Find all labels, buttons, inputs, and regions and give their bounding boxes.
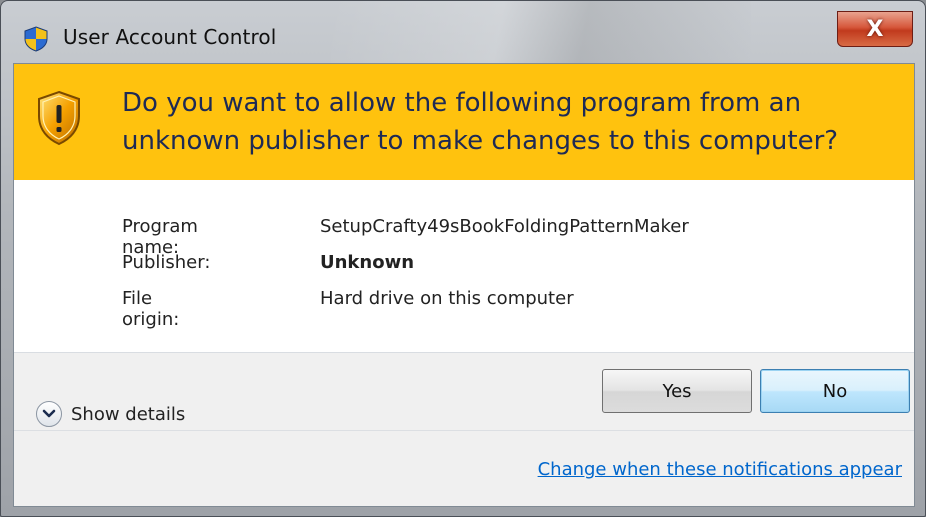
file-origin-value: Hard drive on this computer bbox=[320, 288, 574, 309]
yes-button[interactable]: Yes bbox=[602, 369, 752, 413]
publisher-label: Publisher: bbox=[122, 252, 211, 273]
dialog-content: Do you want to allow the following progr… bbox=[13, 63, 915, 507]
file-origin-label: File origin: bbox=[122, 288, 180, 330]
chevron-down-icon bbox=[36, 401, 62, 427]
change-notifications-link[interactable]: Change when these notifications appear bbox=[538, 459, 902, 480]
no-button[interactable]: No bbox=[760, 369, 910, 413]
uac-question: Do you want to allow the following progr… bbox=[122, 88, 839, 156]
show-details-toggle[interactable]: Show details bbox=[36, 399, 185, 429]
show-details-label: Show details bbox=[71, 403, 186, 425]
uac-dialog-window: User Account Control X Do you want to al… bbox=[0, 0, 926, 517]
warning-shield-icon bbox=[38, 90, 80, 146]
close-icon: X bbox=[866, 16, 884, 42]
uac-shield-icon bbox=[24, 26, 48, 52]
divider-bottom bbox=[14, 430, 914, 431]
publisher-value: Unknown bbox=[320, 252, 415, 273]
warning-banner: Do you want to allow the following progr… bbox=[14, 64, 914, 180]
program-name-value: SetupCrafty49sBookFoldingPatternMaker bbox=[320, 216, 689, 237]
window-title: User Account Control bbox=[63, 25, 277, 49]
close-button[interactable]: X bbox=[837, 11, 913, 47]
title-bar[interactable]: User Account Control X bbox=[1, 1, 925, 63]
dialog-footer: Show details Yes No Change when these no… bbox=[14, 353, 914, 506]
